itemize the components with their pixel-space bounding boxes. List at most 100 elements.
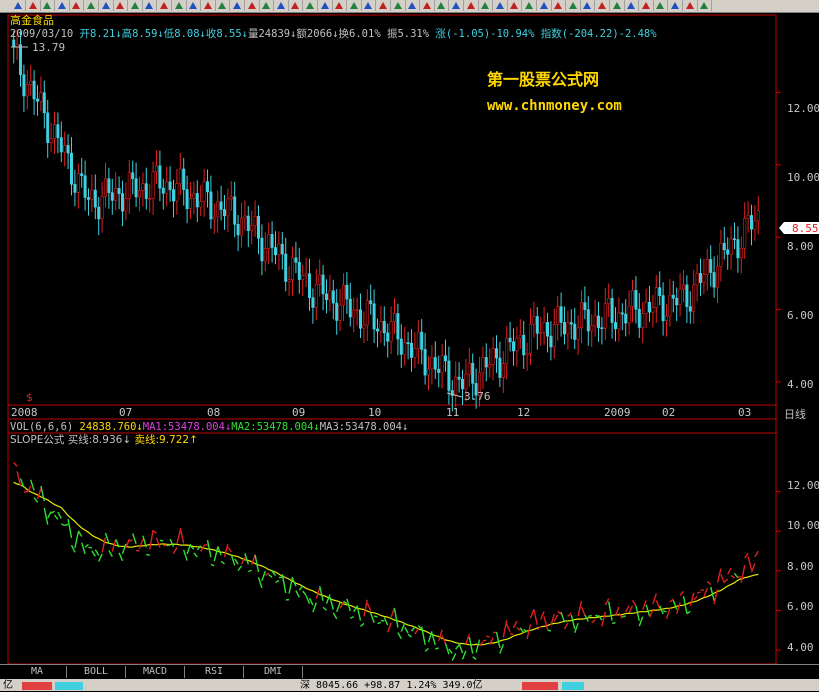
candle-body xyxy=(706,259,708,274)
candle-body xyxy=(373,304,375,329)
candle-body xyxy=(203,182,205,202)
candle-body xyxy=(659,288,661,296)
slope-segment xyxy=(153,531,156,533)
candle-body xyxy=(179,169,181,184)
slope-segment xyxy=(381,620,384,621)
slope-segment xyxy=(507,624,510,632)
candle-body xyxy=(329,291,331,300)
slope-segment xyxy=(225,544,228,557)
candle-body xyxy=(730,239,732,255)
candle-body xyxy=(720,243,722,266)
candle-body xyxy=(543,322,545,332)
candle-body xyxy=(591,326,593,331)
candle-body xyxy=(104,179,106,197)
slope-segment xyxy=(109,550,112,556)
watermark-title: 第一股票公式网 xyxy=(487,70,599,90)
candle-body xyxy=(223,209,225,215)
candle-body xyxy=(618,313,620,329)
candle-body xyxy=(383,321,385,333)
slope-header: SLOPE公式 买线:8.936↓ 卖线:9.722↑ xyxy=(10,434,198,447)
candle-body xyxy=(91,190,93,199)
tab-macd[interactable]: MACD xyxy=(126,666,185,678)
candle-body xyxy=(424,349,426,375)
vol-value: 24838.760↓ xyxy=(80,421,143,433)
slope-segment xyxy=(735,573,738,578)
slope-segment xyxy=(384,617,387,625)
candle-body xyxy=(81,174,83,176)
slope-segment xyxy=(633,600,636,605)
candle-body xyxy=(546,322,548,336)
slope-segment xyxy=(527,624,530,639)
candle-body xyxy=(101,196,103,219)
candle-body xyxy=(366,301,368,325)
candle-body xyxy=(111,193,113,201)
candle-body xyxy=(26,84,28,95)
slope-segment xyxy=(673,600,676,609)
candle-body xyxy=(322,275,324,294)
candle-body xyxy=(563,322,565,334)
candle-body xyxy=(339,305,341,320)
tab-ma[interactable]: MA xyxy=(8,666,67,678)
candle-body xyxy=(176,184,178,201)
candle-body xyxy=(757,211,759,221)
candle-body xyxy=(519,335,521,338)
candle-body xyxy=(370,301,372,304)
slope-segment xyxy=(558,611,561,614)
slope-segment xyxy=(61,524,64,526)
candle-body xyxy=(750,215,752,229)
slope-segment xyxy=(44,508,47,525)
candle-body xyxy=(495,349,497,358)
x-tick-02: 02 xyxy=(662,406,675,419)
candle-body xyxy=(162,188,164,193)
candle-body xyxy=(587,310,589,331)
candle-body xyxy=(30,81,32,84)
candle-body xyxy=(94,190,96,207)
slope-segment xyxy=(439,630,442,641)
slope-label: SLOPE公式 xyxy=(10,434,64,446)
slope-segment xyxy=(704,588,707,596)
slope-segment xyxy=(520,628,523,633)
candle-body xyxy=(689,307,691,312)
slope-segment xyxy=(503,620,506,637)
slope-segment xyxy=(609,602,612,621)
slope-segment xyxy=(38,489,41,499)
quote-low: 低8.08↓ xyxy=(164,28,206,40)
candle-body xyxy=(36,99,38,101)
slope-segment xyxy=(320,586,323,601)
candle-body xyxy=(60,138,62,152)
slope-segment xyxy=(146,554,149,555)
candle-body xyxy=(608,298,610,303)
quote-volume: 量24839↓ xyxy=(248,28,296,40)
candle-body xyxy=(427,369,429,375)
candle-body xyxy=(648,302,650,312)
slope-segment xyxy=(728,568,731,574)
tab-dmi[interactable]: DMI xyxy=(244,666,303,678)
slope-segment xyxy=(228,547,231,552)
slope-segment xyxy=(663,611,666,612)
slope-segment xyxy=(602,612,605,626)
slope-segment xyxy=(690,593,693,606)
tab-rsi[interactable]: RSI xyxy=(185,666,244,678)
slope-segment xyxy=(534,610,537,625)
candle-body xyxy=(560,307,562,323)
candle-body xyxy=(325,294,327,300)
candle-body xyxy=(461,379,463,389)
candle-body xyxy=(70,153,72,184)
candle-body xyxy=(614,322,616,328)
candle-body xyxy=(285,254,287,281)
candle-body xyxy=(77,174,79,193)
period-selector[interactable]: 日线 xyxy=(784,406,806,422)
slope-segment xyxy=(306,596,309,604)
candle-body xyxy=(502,364,504,378)
candle-body xyxy=(699,273,701,282)
slope-segment xyxy=(731,575,734,578)
slope-segment xyxy=(582,607,585,616)
slope-segment xyxy=(724,579,727,582)
candle-body xyxy=(387,333,389,341)
candle-body xyxy=(662,296,664,321)
candle-body xyxy=(393,314,395,322)
tab-boll[interactable]: BOLL xyxy=(67,666,126,678)
price-tick-4: 4.00 xyxy=(787,378,814,391)
slope-segment xyxy=(245,553,248,564)
vol-header: VOL(6,6,6) 24838.760↓MA1:53478.004↓MA2:5… xyxy=(10,421,408,434)
